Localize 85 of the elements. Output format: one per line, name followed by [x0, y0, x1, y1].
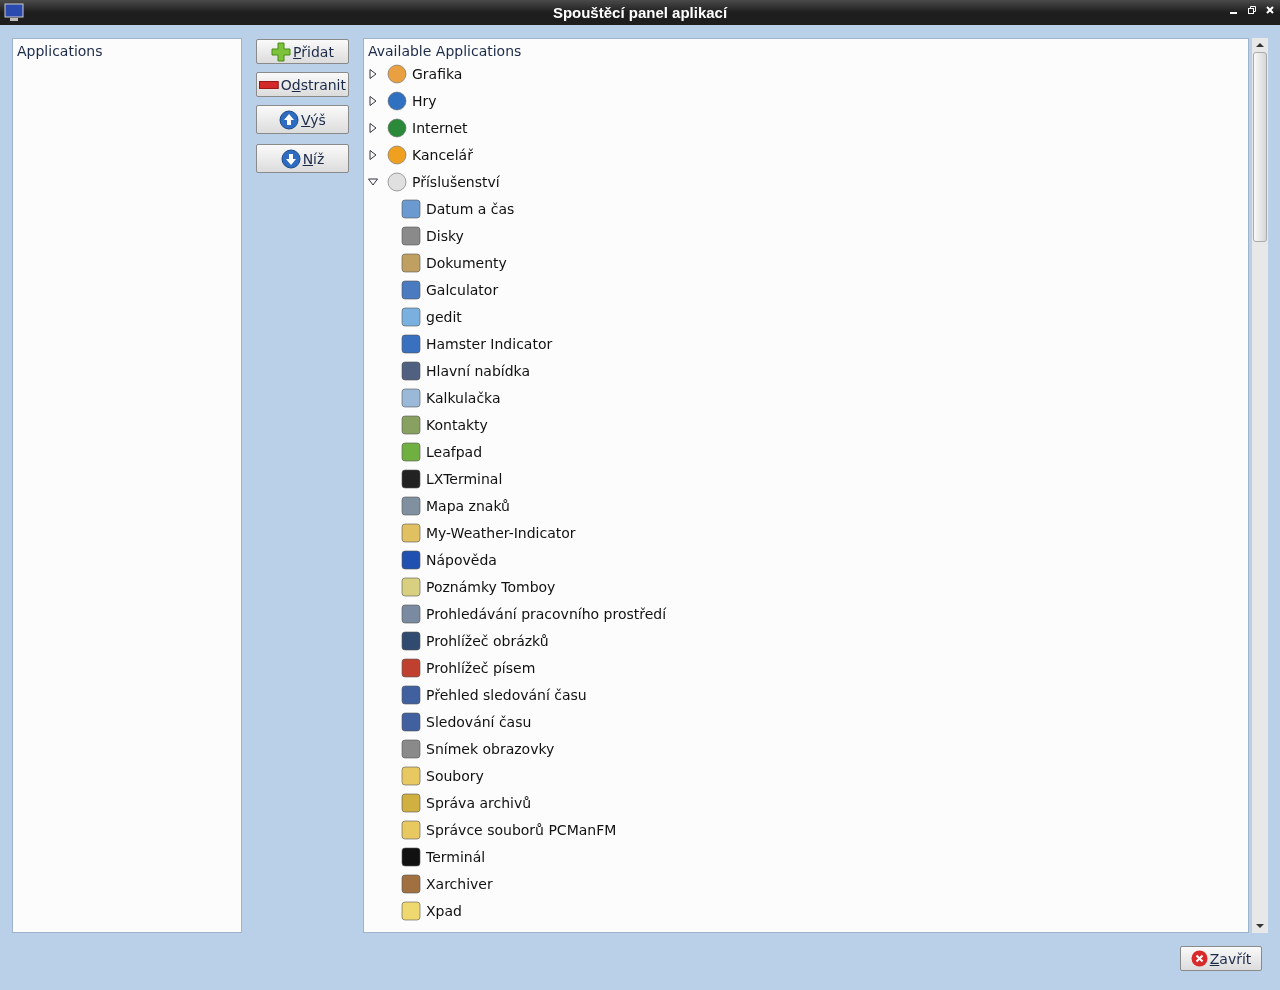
app-icon: [400, 278, 422, 301]
category-icon: [386, 89, 408, 112]
tree-item[interactable]: Prohlížeč obrázků: [426, 632, 549, 649]
app-icon: [400, 764, 422, 787]
down-button[interactable]: Níž: [256, 144, 349, 173]
tree-item[interactable]: My-Weather-Indicator: [426, 524, 576, 541]
tree-item[interactable]: Nápověda: [426, 551, 497, 568]
tree-item[interactable]: Správce souborů PCManFM: [426, 821, 617, 838]
app-icon: [400, 683, 422, 706]
panel-heading: Available Applications: [368, 43, 523, 59]
tree-item[interactable]: Grafika: [412, 65, 463, 82]
tree-item[interactable]: Dokumenty: [426, 254, 507, 271]
minus-icon: [259, 80, 279, 89]
category-icon: [386, 62, 408, 85]
app-icon: [400, 656, 422, 679]
category-icon: [386, 170, 408, 193]
tree-item[interactable]: Poznámky Tomboy: [426, 578, 556, 595]
scrollbar[interactable]: [1252, 38, 1268, 933]
app-icon: [400, 629, 422, 652]
app-icon: [400, 467, 422, 490]
close-icon: [1190, 950, 1208, 967]
up-button[interactable]: Výš: [256, 105, 349, 134]
tree-item[interactable]: Xarchiver: [426, 875, 493, 892]
expander-icon[interactable]: [368, 95, 378, 106]
expander-icon[interactable]: [368, 176, 378, 187]
tree-item[interactable]: Správa archivů: [426, 794, 532, 811]
category-icon: [386, 116, 408, 139]
app-icon: [400, 305, 422, 328]
app-icon: [400, 818, 422, 841]
tree-item[interactable]: Hlavní nabídka: [426, 362, 531, 379]
expander-icon[interactable]: [368, 68, 378, 79]
scroll-thumb[interactable]: [1253, 52, 1267, 242]
app-icon: [400, 845, 422, 868]
tree-item[interactable]: Xpad: [426, 902, 462, 919]
app-icon: [400, 251, 422, 274]
tree-item[interactable]: Soubory: [426, 767, 484, 784]
app-icon: [400, 602, 422, 625]
tree-item[interactable]: Datum a čas: [426, 200, 515, 217]
expander-icon[interactable]: [368, 122, 378, 133]
tree-item[interactable]: Disky: [426, 227, 464, 244]
app-icon: [400, 413, 422, 436]
app-icon: [400, 521, 422, 544]
app-icon: [400, 872, 422, 895]
tree-item[interactable]: Příslušenství: [412, 173, 500, 190]
close-icon[interactable]: [1266, 6, 1274, 14]
app-icon: [400, 710, 422, 733]
panel-heading: Applications: [17, 43, 104, 59]
tree-item[interactable]: Terminál: [426, 848, 486, 865]
app-icon: [400, 548, 422, 571]
app-icon: [400, 332, 422, 355]
expander-icon[interactable]: [368, 149, 378, 160]
close-button[interactable]: Zavřít: [1180, 946, 1262, 971]
app-icon: [400, 197, 422, 220]
tree-item[interactable]: Sledování času: [426, 713, 532, 730]
tree-item[interactable]: Leafpad: [426, 443, 483, 460]
app-icon: [400, 494, 422, 517]
add-button[interactable]: Přidat: [256, 39, 349, 64]
tree-item[interactable]: Hamster Indicator: [426, 335, 553, 352]
app-icon: [400, 224, 422, 247]
tree-item[interactable]: Přehled sledování času: [426, 686, 587, 703]
tree-item[interactable]: Prohlížeč písem: [426, 659, 536, 676]
tree-item[interactable]: Snímek obrazovky: [426, 740, 555, 757]
tree-item[interactable]: Kancelář: [412, 146, 473, 163]
plus-icon: [271, 41, 292, 62]
tree-item[interactable]: Kalkulačka: [426, 389, 501, 406]
tree-item[interactable]: Internet: [412, 119, 468, 136]
tree-item[interactable]: Hry: [412, 92, 437, 109]
tree-item[interactable]: Prohledávání pracovního prostředí: [426, 605, 667, 622]
tree-item[interactable]: Mapa znaků: [426, 497, 510, 514]
tree-item[interactable]: Kontakty: [426, 416, 488, 433]
monitor-icon: [4, 3, 24, 22]
tree-item[interactable]: Galculator: [426, 281, 499, 298]
app-icon: [400, 359, 422, 382]
restore-icon[interactable]: [1248, 6, 1256, 14]
app-icon: [400, 440, 422, 463]
category-icon: [386, 143, 408, 166]
app-icon: [400, 899, 422, 922]
app-icon: [400, 575, 422, 598]
app-icon: [400, 737, 422, 760]
tree-item[interactable]: gedit: [426, 308, 462, 325]
app-icon: [400, 386, 422, 409]
window-title: Spouštěcí panel aplikací: [552, 4, 728, 21]
remove-button[interactable]: Odstranit: [256, 72, 349, 97]
tree-item[interactable]: LXTerminal: [426, 470, 503, 487]
app-icon: [400, 791, 422, 814]
